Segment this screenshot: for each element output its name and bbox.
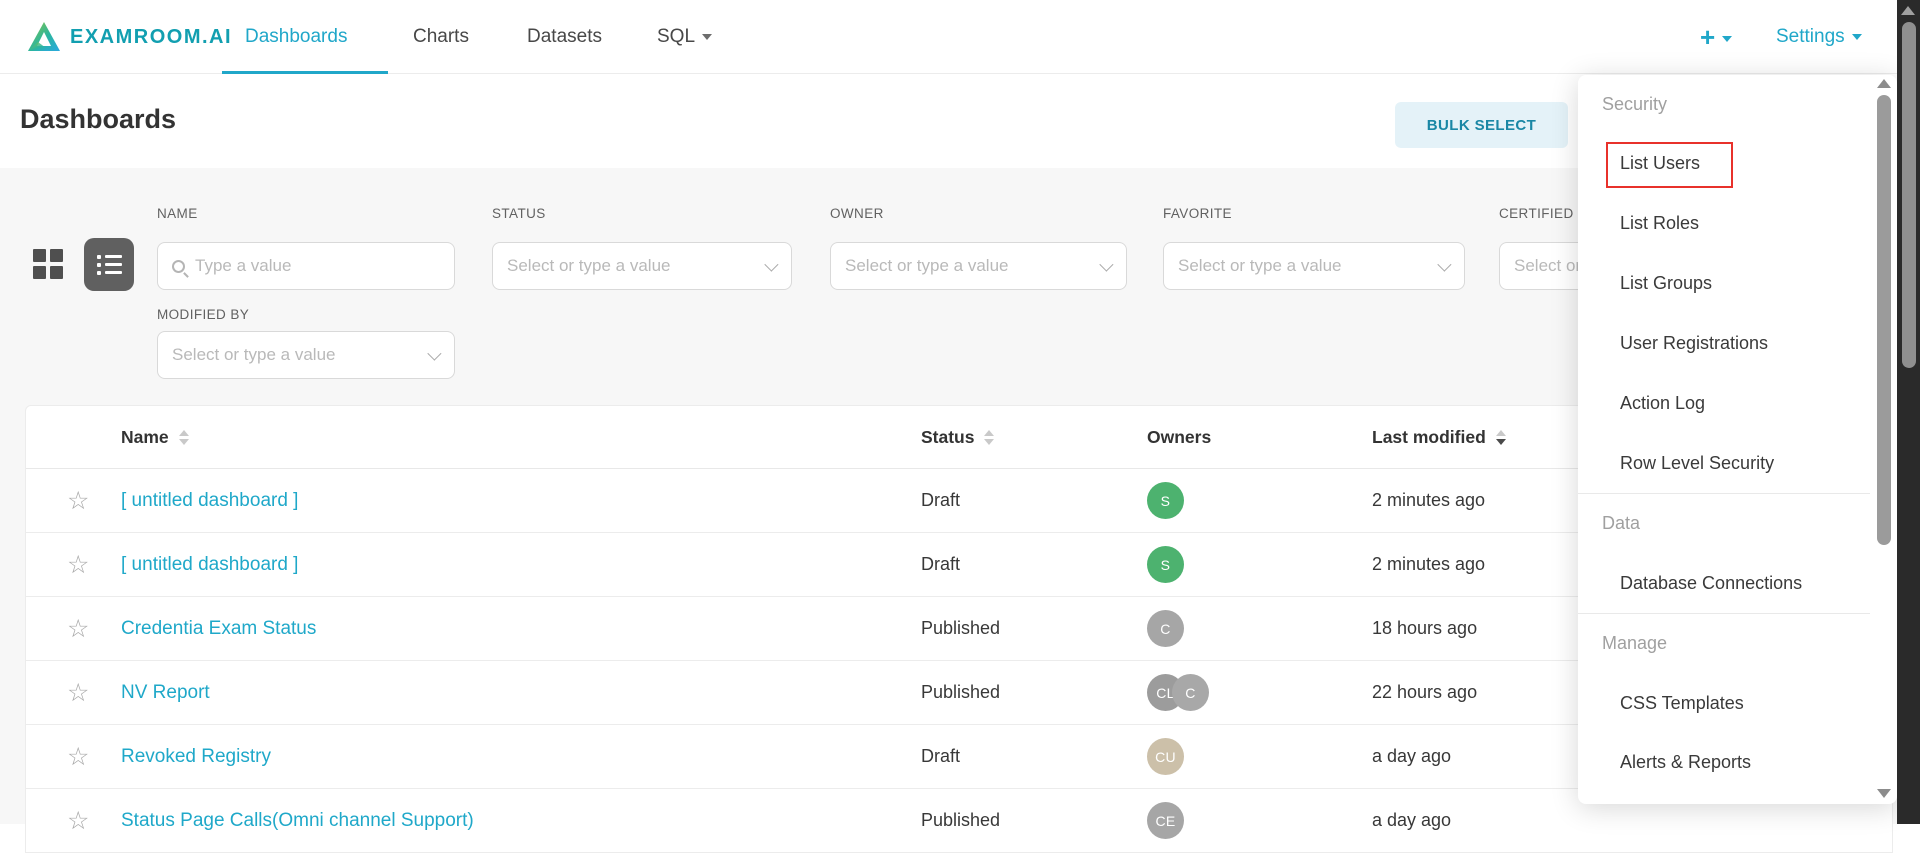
menu-section-security: Security — [1602, 90, 1667, 118]
dashboard-link[interactable]: Credentia Exam Status — [121, 618, 316, 640]
filter-label-favorite: FAVORITE — [1163, 206, 1232, 221]
nav-tab-datasets[interactable]: Datasets — [527, 0, 602, 74]
favorite-filter-select[interactable]: Select or type a value — [1163, 242, 1465, 290]
chevron-down-icon — [1722, 36, 1732, 42]
menu-item-list-groups[interactable]: List Groups — [1620, 269, 1712, 297]
settings-menu-button[interactable]: Settings — [1776, 0, 1862, 74]
nav-tab-sql[interactable]: SQL — [657, 0, 712, 74]
status-value: Published — [921, 682, 1000, 703]
dashboard-link[interactable]: NV Report — [121, 682, 210, 704]
favorite-star-icon[interactable]: ☆ — [67, 550, 89, 580]
filter-label-certified: CERTIFIED — [1499, 206, 1574, 221]
scroll-up-arrow-icon[interactable] — [1901, 6, 1915, 15]
column-header-name[interactable]: Name — [121, 406, 189, 468]
menu-divider — [1578, 493, 1870, 494]
settings-dropdown-menu: Security List Users List Roles List Grou… — [1578, 75, 1897, 804]
menu-item-list-roles[interactable]: List Roles — [1620, 209, 1699, 237]
filter-label-name: NAME — [157, 206, 198, 221]
list-view-toggle[interactable] — [84, 238, 134, 291]
sort-icon[interactable] — [984, 430, 994, 445]
menu-section-manage: Manage — [1602, 629, 1667, 657]
name-filter-field[interactable] — [195, 256, 440, 276]
dashboard-link[interactable]: Status Page Calls(Omni channel Support) — [121, 810, 474, 832]
dashboard-link[interactable]: Revoked Registry — [121, 746, 271, 768]
last-modified-value: 2 minutes ago — [1372, 490, 1485, 511]
scrollbar-thumb[interactable] — [1902, 22, 1916, 368]
bulk-select-button[interactable]: BULK SELECT — [1395, 102, 1568, 148]
owner-avatar[interactable]: CU — [1147, 738, 1184, 775]
sort-icon[interactable] — [179, 430, 189, 445]
menu-scrollbar-thumb[interactable] — [1877, 95, 1891, 545]
owner-filter-select[interactable]: Select or type a value — [830, 242, 1127, 290]
last-modified-value: 22 hours ago — [1372, 682, 1477, 703]
page-title: Dashboards — [20, 104, 176, 135]
search-icon — [172, 260, 185, 273]
menu-section-data: Data — [1602, 509, 1640, 537]
chevron-down-icon — [1099, 258, 1113, 272]
favorite-star-icon[interactable]: ☆ — [67, 742, 89, 772]
menu-scroll-up-icon[interactable] — [1877, 79, 1891, 88]
chevron-down-icon — [702, 34, 712, 40]
menu-item-list-users[interactable]: List Users — [1620, 149, 1700, 177]
owner-avatar[interactable]: C — [1147, 610, 1184, 647]
owner-avatar[interactable]: CE — [1147, 802, 1184, 839]
status-value: Published — [921, 810, 1000, 831]
status-value: Draft — [921, 746, 960, 767]
new-item-button[interactable]: + — [1700, 0, 1732, 74]
nav-tab-charts[interactable]: Charts — [413, 0, 469, 74]
status-value: Draft — [921, 554, 960, 575]
top-navbar: EXAMROOM.AI Dashboards Charts Datasets S… — [0, 0, 1920, 74]
menu-item-user-registrations[interactable]: User Registrations — [1620, 329, 1768, 357]
column-header-status[interactable]: Status — [921, 406, 994, 468]
owner-avatar[interactable]: S — [1147, 546, 1184, 583]
filter-label-owner: OWNER — [830, 206, 884, 221]
owner-avatar[interactable]: C — [1172, 674, 1209, 711]
filter-label-modified-by: MODIFIED BY — [157, 307, 249, 322]
menu-item-action-log[interactable]: Action Log — [1620, 389, 1705, 417]
brand-name: EXAMROOM.AI — [70, 26, 232, 49]
sort-icon[interactable] — [1496, 430, 1506, 445]
list-icon — [97, 251, 122, 279]
dashboard-link[interactable]: [ untitled dashboard ] — [121, 490, 298, 512]
status-value: Published — [921, 618, 1000, 639]
column-header-last-modified[interactable]: Last modified — [1372, 406, 1506, 468]
card-view-toggle[interactable] — [33, 249, 63, 279]
column-header-owners: Owners — [1147, 406, 1211, 468]
active-tab-underline — [222, 71, 388, 74]
menu-item-alerts-reports[interactable]: Alerts & Reports — [1620, 748, 1751, 776]
menu-scroll-down-icon[interactable] — [1877, 789, 1891, 798]
filter-label-status: STATUS — [492, 206, 546, 221]
chevron-down-icon — [427, 347, 441, 361]
chevron-down-icon — [764, 258, 778, 272]
last-modified-value: a day ago — [1372, 746, 1451, 767]
dashboard-link[interactable]: [ untitled dashboard ] — [121, 554, 298, 576]
favorite-star-icon[interactable]: ☆ — [67, 678, 89, 708]
favorite-star-icon[interactable]: ☆ — [67, 486, 89, 516]
chevron-down-icon — [1437, 258, 1451, 272]
menu-item-css-templates[interactable]: CSS Templates — [1620, 689, 1744, 717]
favorite-star-icon[interactable]: ☆ — [67, 614, 89, 644]
status-value: Draft — [921, 490, 960, 511]
menu-divider — [1578, 613, 1870, 614]
menu-item-database-connections[interactable]: Database Connections — [1620, 569, 1802, 597]
favorite-star-icon[interactable]: ☆ — [67, 806, 89, 836]
nav-tab-dashboards[interactable]: Dashboards — [245, 0, 347, 74]
last-modified-value: 2 minutes ago — [1372, 554, 1485, 575]
last-modified-value: 18 hours ago — [1372, 618, 1477, 639]
menu-item-row-level-security[interactable]: Row Level Security — [1620, 449, 1774, 477]
examroom-logo-icon — [27, 20, 61, 59]
browser-scrollbar[interactable] — [1897, 0, 1920, 824]
name-filter-input[interactable] — [157, 242, 455, 290]
owner-avatar[interactable]: S — [1147, 482, 1184, 519]
last-modified-value: a day ago — [1372, 810, 1451, 831]
modified-by-filter-select[interactable]: Select or type a value — [157, 331, 455, 379]
chevron-down-icon — [1852, 34, 1862, 40]
status-filter-select[interactable]: Select or type a value — [492, 242, 792, 290]
